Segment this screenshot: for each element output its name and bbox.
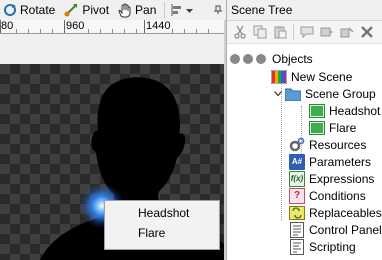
ruler-minor-tick [28,29,29,33]
chevron-down-icon [186,8,194,13]
toolbar-separator [293,24,294,40]
ruler-minor-tick [124,29,125,33]
tree-item-label: Resources [309,137,367,152]
image-layer-icon [309,103,325,119]
tree-item-control-panel[interactable]: Control Panel [289,221,382,238]
tree-item-resources[interactable]: Resources [289,136,366,153]
tree-item-label: Scene Group [305,86,376,101]
tree-root-label: Objects [272,51,313,66]
pivot-icon [64,4,78,17]
menu-item-flare[interactable]: Flare [105,223,219,243]
chevron-down-icon[interactable] [273,90,283,97]
pin-icon [214,5,222,14]
function-icon: f(x) [289,170,305,187]
tree-item-scripting[interactable]: Scripting [289,238,356,255]
tree-item-label: Expressions [309,171,375,186]
scene-icon [271,69,287,85]
panel-header: Scene Tree [227,0,382,21]
panel-title: Scene Tree [231,3,293,17]
scene-tree-toolbar [227,21,382,44]
horizontal-ruler: 80 960 1440 [0,20,226,34]
tree-item-parameters[interactable]: A# Parameters [289,153,371,170]
tree-root-row[interactable]: Objects [230,50,313,67]
ruler-minor-tick [184,29,185,33]
image-layer-icon [309,120,325,136]
tree-item-conditions[interactable]: ? Conditions [289,187,366,204]
tree-item-new-scene[interactable]: New Scene [271,68,352,85]
parameters-icon: A# [289,153,305,170]
rotate-button[interactable]: Rotate [0,1,58,19]
tree-item-label: Flare [329,120,357,135]
ruler-minor-tick [112,29,113,33]
context-menu: Headshot Flare [104,200,220,250]
pin-button[interactable] [210,1,226,19]
filter-icon[interactable] [230,53,240,64]
comment-icon[interactable] [299,24,315,40]
copy-icon[interactable] [252,24,268,40]
ruler-minor-tick [208,29,209,33]
ruler-minor-tick [88,29,89,33]
ruler-minor-tick [136,29,137,33]
ruler-minor-tick [172,29,173,33]
ruler-minor-tick [40,29,41,33]
align-icon [171,4,182,16]
ruler-label: 960 [66,20,85,32]
ruler-label: 80 [1,20,14,32]
toolbar-separator [164,2,166,18]
tree-item-headshot[interactable]: Headshot [309,102,380,119]
scene-tree-panel: Scene Tree Objects New Scene Scene Group… [226,0,382,260]
ruler-label: 1440 [146,20,171,32]
tree-item-flare[interactable]: Flare [309,119,356,136]
ruler-tick [144,20,145,33]
folder-icon [285,86,301,102]
gear-icon [289,137,305,153]
ruler-minor-tick [100,29,101,33]
align-dropdown[interactable] [170,3,194,17]
ruler-minor-tick [196,29,197,33]
script-icon [289,238,305,255]
ruler-minor-tick [52,29,53,33]
ruler-minor-tick [16,29,17,33]
ruler-tick [64,20,65,33]
hand-icon [118,2,131,17]
pan-label: Pan [135,3,157,17]
tree-item-label: Headshot [329,103,381,118]
conditions-icon: ? [289,187,305,204]
tree-item-replaceables[interactable]: Replaceables [289,204,382,221]
paste-icon[interactable] [272,24,288,40]
tree-item-label: Scripting [309,239,356,254]
tree-item-label: Replaceables [309,205,382,220]
delete-icon[interactable] [359,24,375,40]
menu-item-headshot[interactable]: Headshot [105,203,219,223]
visibility-icon[interactable] [256,53,266,64]
tree-item-label: Parameters [309,154,372,169]
duplicate-icon[interactable] [319,24,335,40]
control-panel-icon [289,221,305,238]
editor-toolbar: Rotate Pivot Pan [0,0,226,20]
cut-icon[interactable] [232,24,248,40]
tree-item-expressions[interactable]: f(x) Expressions [289,170,374,187]
pan-button[interactable]: Pan [114,1,159,19]
undo-icon[interactable] [339,24,355,40]
tree-item-label: Control Panel [309,222,382,237]
lock-icon[interactable] [243,53,253,64]
tree-item-scene-group[interactable]: Scene Group [273,85,376,102]
replaceables-icon [289,205,305,221]
rotate-label: Rotate [20,3,56,17]
pivot-label: Pivot [82,3,110,17]
tree-item-label: Conditions [309,188,366,203]
rotate-icon [4,4,16,16]
tree-item-label: New Scene [291,69,353,84]
pivot-button[interactable]: Pivot [60,1,112,19]
